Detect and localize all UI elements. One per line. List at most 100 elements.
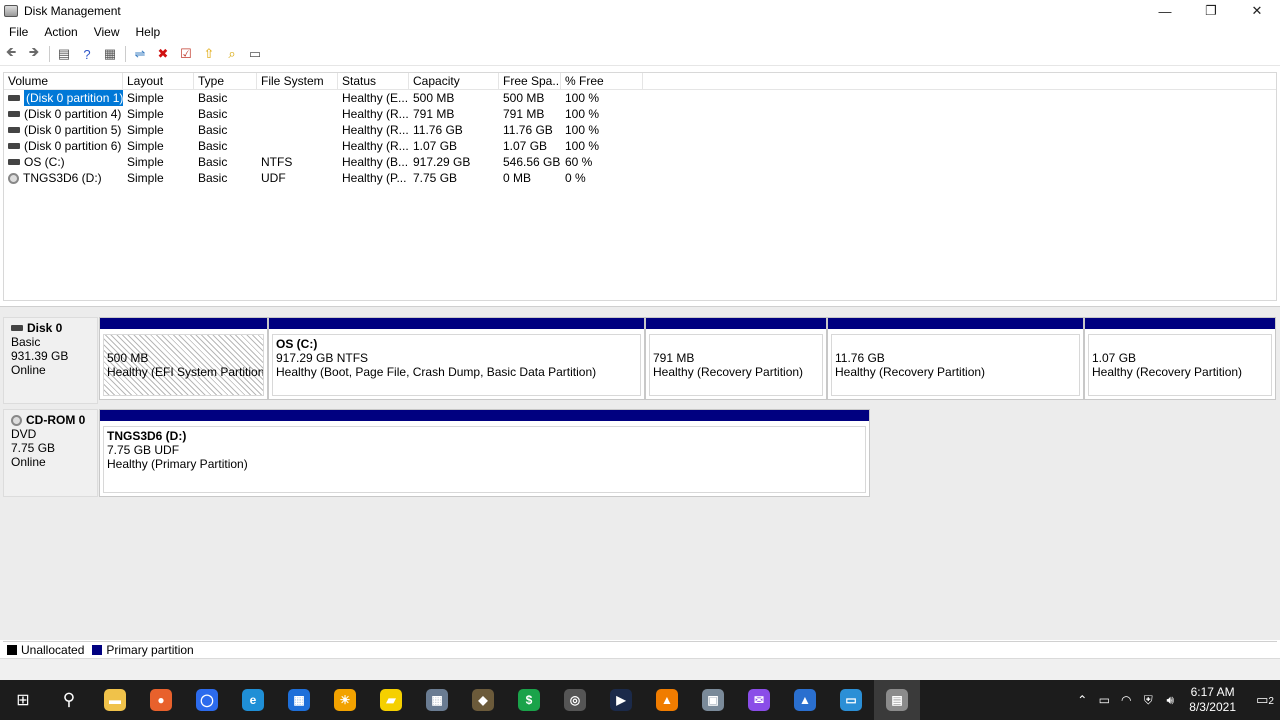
network-tool-taskbar-button[interactable]: ▣: [690, 680, 736, 720]
partition-bar: [828, 318, 1083, 329]
calendar-taskbar-button[interactable]: ▦: [276, 680, 322, 720]
clock[interactable]: 6:17 AM 8/3/2021: [1189, 685, 1236, 715]
disk0-name: Disk 0: [27, 321, 63, 335]
vlc-icon: ▲: [656, 689, 678, 711]
back-button[interactable]: 🡸: [0, 43, 22, 65]
volume-list[interactable]: Volume Layout Type File System Status Ca…: [3, 72, 1277, 301]
video-player-taskbar-button[interactable]: ▶: [598, 680, 644, 720]
search-button[interactable]: ⌕: [221, 43, 243, 65]
disk-management-taskbar-button[interactable]: ▤: [874, 680, 920, 720]
close-button[interactable]: ✕: [1234, 0, 1280, 22]
photos-icon: ▲: [794, 689, 816, 711]
start-button[interactable]: ⊞: [0, 680, 46, 720]
disk0-partition-5[interactable]: 11.76 GB Healthy (Recovery Partition): [827, 317, 1084, 400]
delete-icon: ✖: [157, 46, 169, 61]
column-type[interactable]: Type: [194, 73, 257, 90]
cdrom0-label[interactable]: CD-ROM 0 DVD 7.75 GB Online: [3, 409, 98, 497]
firefox-taskbar-button[interactable]: ●: [138, 680, 184, 720]
column-volume[interactable]: Volume: [4, 73, 123, 90]
fs-cell: [257, 122, 338, 138]
messenger-icon: ✉: [748, 689, 770, 711]
type-cell: Basic: [198, 155, 228, 169]
table-row[interactable]: TNGS3D6 (D:) Simple Basic UDF Healthy (P... 7…: [4, 170, 1276, 186]
minimize-button[interactable]: —: [1142, 0, 1188, 22]
media-tool-taskbar-button[interactable]: ◎: [552, 680, 598, 720]
delete-button[interactable]: ✖: [152, 43, 174, 65]
disk0-type: Basic: [11, 335, 41, 349]
edge-icon: e: [242, 689, 264, 711]
security-icon[interactable]: ⛨: [1137, 693, 1159, 708]
cdrom0-size: 7.75 GB: [11, 441, 56, 455]
gimp-icon: ◆: [472, 689, 494, 711]
column-file-system[interactable]: File System: [257, 73, 338, 90]
back-icon: 🡸: [5, 44, 17, 59]
window-controls: — ❐ ✕: [1142, 0, 1280, 22]
view-button[interactable]: ▭: [244, 43, 266, 65]
capacity-cell: 1.07 GB: [413, 139, 458, 153]
photos-taskbar-button[interactable]: ▲: [782, 680, 828, 720]
disk0-partition-6[interactable]: 1.07 GB Healthy (Recovery Partition): [1084, 317, 1276, 400]
pct-cell: 100 %: [565, 107, 600, 121]
weather-taskbar-button[interactable]: ☀: [322, 680, 368, 720]
column-capacity[interactable]: Capacity: [409, 73, 499, 90]
file-explorer-taskbar-button[interactable]: ▬: [92, 680, 138, 720]
notification-count: 2: [1268, 696, 1274, 707]
show-hide-console-tree-button[interactable]: ▤: [53, 43, 75, 65]
disk0-partition-1[interactable]: 500 MB Healthy (EFI System Partition): [99, 317, 268, 400]
connect-button[interactable]: ⇌: [129, 43, 151, 65]
check-button[interactable]: ☑: [175, 43, 197, 65]
status-cell: Healthy (R...: [342, 123, 409, 137]
status-cell: Healthy (B...: [342, 155, 409, 169]
toolbar-separator: [49, 46, 50, 62]
table-row[interactable]: (Disk 0 partition 1) Simple Basic Healthy (…: [4, 90, 1276, 106]
sticky-notes-taskbar-button[interactable]: ▰: [368, 680, 414, 720]
search-button[interactable]: ⚲: [46, 680, 92, 720]
vlc-taskbar-button[interactable]: ▲: [644, 680, 690, 720]
partition-body: 11.76 GB Healthy (Recovery Partition): [831, 334, 1080, 396]
gimp-taskbar-button[interactable]: ◆: [460, 680, 506, 720]
column-percent-free[interactable]: % Free: [561, 73, 643, 90]
signal-taskbar-button[interactable]: ◯: [184, 680, 230, 720]
messenger-taskbar-button[interactable]: ✉: [736, 680, 782, 720]
column-status[interactable]: Status: [338, 73, 409, 90]
column-layout[interactable]: Layout: [123, 73, 194, 90]
remote-desktop-taskbar-button[interactable]: ▭: [828, 680, 874, 720]
cdrom0-partition[interactable]: TNGS3D6 (D:) 7.75 GB UDF Healthy (Primar…: [99, 409, 870, 497]
table-row[interactable]: OS (C:) Simple Basic NTFS Healthy (B... 917.2…: [4, 154, 1276, 170]
import-button[interactable]: ⇧: [198, 43, 220, 65]
table-row[interactable]: (Disk 0 partition 4) Simple Basic Healthy (…: [4, 106, 1276, 122]
signal-icon: ◯: [196, 689, 218, 711]
restore-button[interactable]: ❐: [1188, 0, 1234, 22]
column-free-space[interactable]: Free Spa...: [499, 73, 561, 90]
table-row[interactable]: (Disk 0 partition 5) Simple Basic Healthy (…: [4, 122, 1276, 138]
menu-action[interactable]: Action: [36, 25, 85, 39]
wifi-icon[interactable]: ◠: [1115, 693, 1137, 707]
disk0-partition-os[interactable]: OS (C:) 917.29 GB NTFS Healthy (Boot, Pa…: [268, 317, 645, 400]
properties-button[interactable]: ▦: [99, 43, 121, 65]
type-cell: Basic: [198, 123, 228, 137]
edge-taskbar-button[interactable]: e: [230, 680, 276, 720]
list-header: Volume Layout Type File System Status Ca…: [4, 73, 1276, 90]
free-cell: 11.76 GB: [503, 123, 553, 137]
help-button[interactable]: ?: [76, 43, 98, 65]
fs-cell: [257, 90, 338, 106]
menu-file[interactable]: File: [0, 25, 36, 39]
menu-bar: File Action View Help: [0, 22, 1280, 42]
disk0-name-row: Disk 0: [11, 321, 97, 335]
battery-icon[interactable]: ▭: [1093, 693, 1115, 707]
disk0-partition-4[interactable]: 791 MB Healthy (Recovery Partition): [645, 317, 827, 400]
volume-name: (Disk 0 partition 1): [24, 90, 123, 106]
table-row[interactable]: (Disk 0 partition 6) Simple Basic Healthy (…: [4, 138, 1276, 154]
volume-icon[interactable]: 🔊︎: [1159, 693, 1181, 708]
calculator-taskbar-button[interactable]: ▦: [414, 680, 460, 720]
menu-help[interactable]: Help: [128, 25, 169, 39]
menu-view[interactable]: View: [86, 25, 128, 39]
notification-center-button[interactable]: ▭2: [1250, 692, 1280, 708]
type-cell: Basic: [198, 171, 228, 185]
money-taskbar-button[interactable]: $: [506, 680, 552, 720]
disk0-state: Online: [11, 363, 46, 377]
disk0-label[interactable]: Disk 0 Basic 931.39 GB Online: [3, 317, 98, 404]
forward-button[interactable]: 🡺: [23, 43, 45, 65]
calendar-icon: ▦: [288, 689, 310, 711]
show-hidden-icons-icon[interactable]: ⌃: [1071, 693, 1093, 707]
